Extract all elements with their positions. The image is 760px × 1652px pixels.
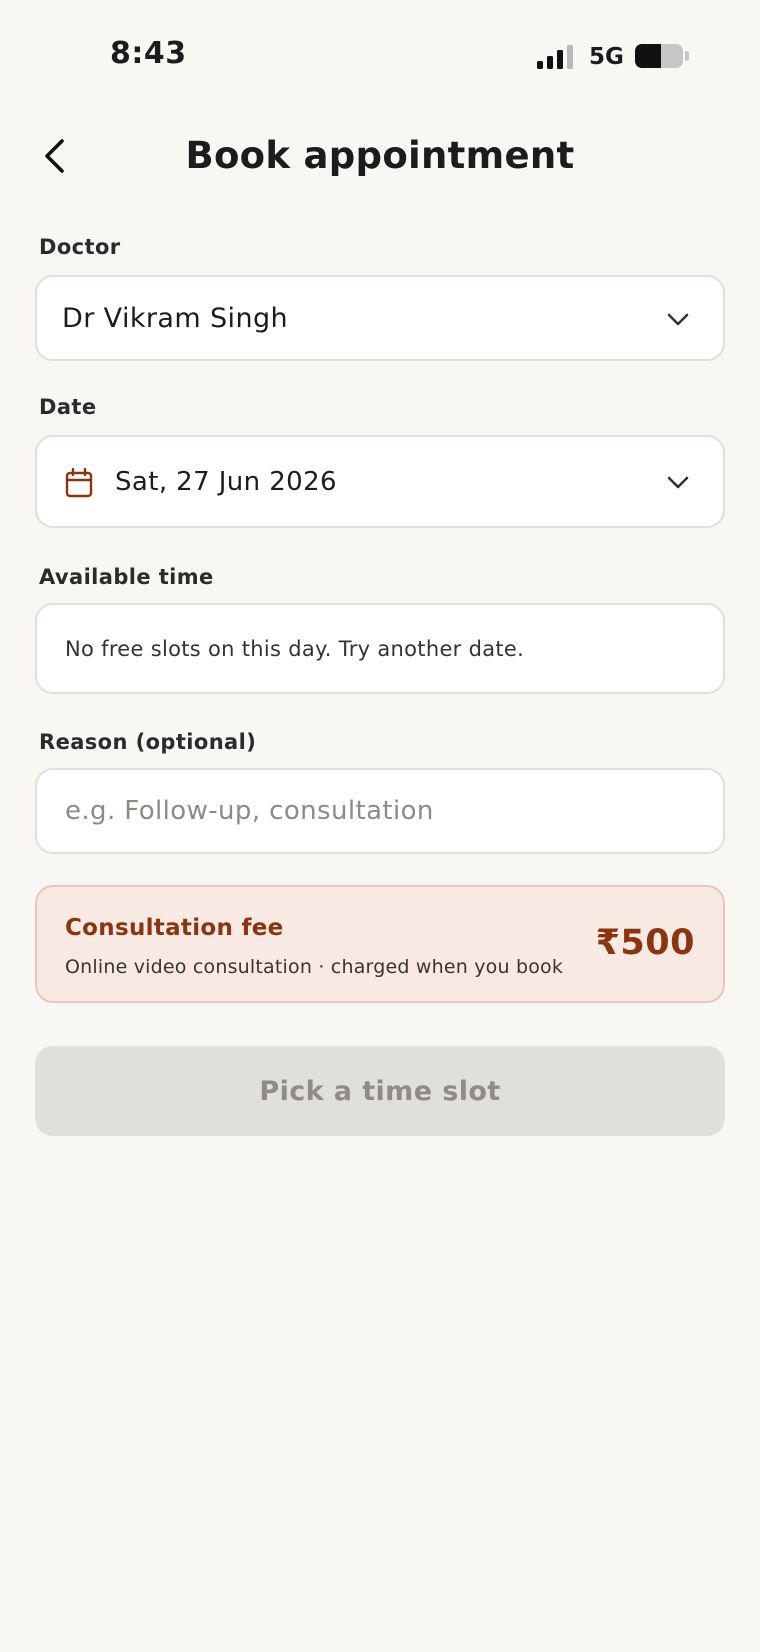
date-value: Sat, 27 Jun 2026 (115, 467, 337, 497)
calendar-icon (65, 468, 93, 498)
chevron-down-icon (667, 476, 689, 489)
date-select[interactable]: Sat, 27 Jun 2026 (35, 435, 725, 528)
fee-subtitle: Online video consultation · charged when… (65, 956, 564, 978)
no-slots-message: No free slots on this day. Try another d… (65, 637, 525, 661)
battery-icon (635, 44, 689, 68)
available-time-box: No free slots on this day. Try another d… (35, 603, 725, 694)
doctor-value: Dr Vikram Singh (62, 303, 289, 334)
doctor-label: Doctor (39, 235, 121, 259)
network-type: 5G (589, 44, 624, 70)
consultation-fee-card: Consultation fee Online video consultati… (35, 885, 725, 1003)
fee-title: Consultation fee (65, 915, 284, 941)
doctor-select[interactable]: Dr Vikram Singh (35, 275, 725, 361)
available-time-label: Available time (39, 565, 214, 589)
date-label: Date (39, 395, 97, 419)
header: Book appointment (0, 120, 760, 192)
chevron-down-icon (667, 313, 689, 326)
reason-input[interactable] (37, 770, 723, 852)
page-title: Book appointment (185, 134, 575, 177)
reason-label: Reason (optional) (39, 730, 257, 754)
status-time: 8:43 (110, 36, 187, 71)
cellular-signal-icon (537, 45, 573, 69)
reason-field-wrapper (35, 768, 725, 854)
status-bar: 8:43 5G (0, 0, 760, 112)
pick-time-slot-button[interactable]: Pick a time slot (35, 1046, 725, 1136)
fee-amount: ₹500 (595, 923, 695, 963)
